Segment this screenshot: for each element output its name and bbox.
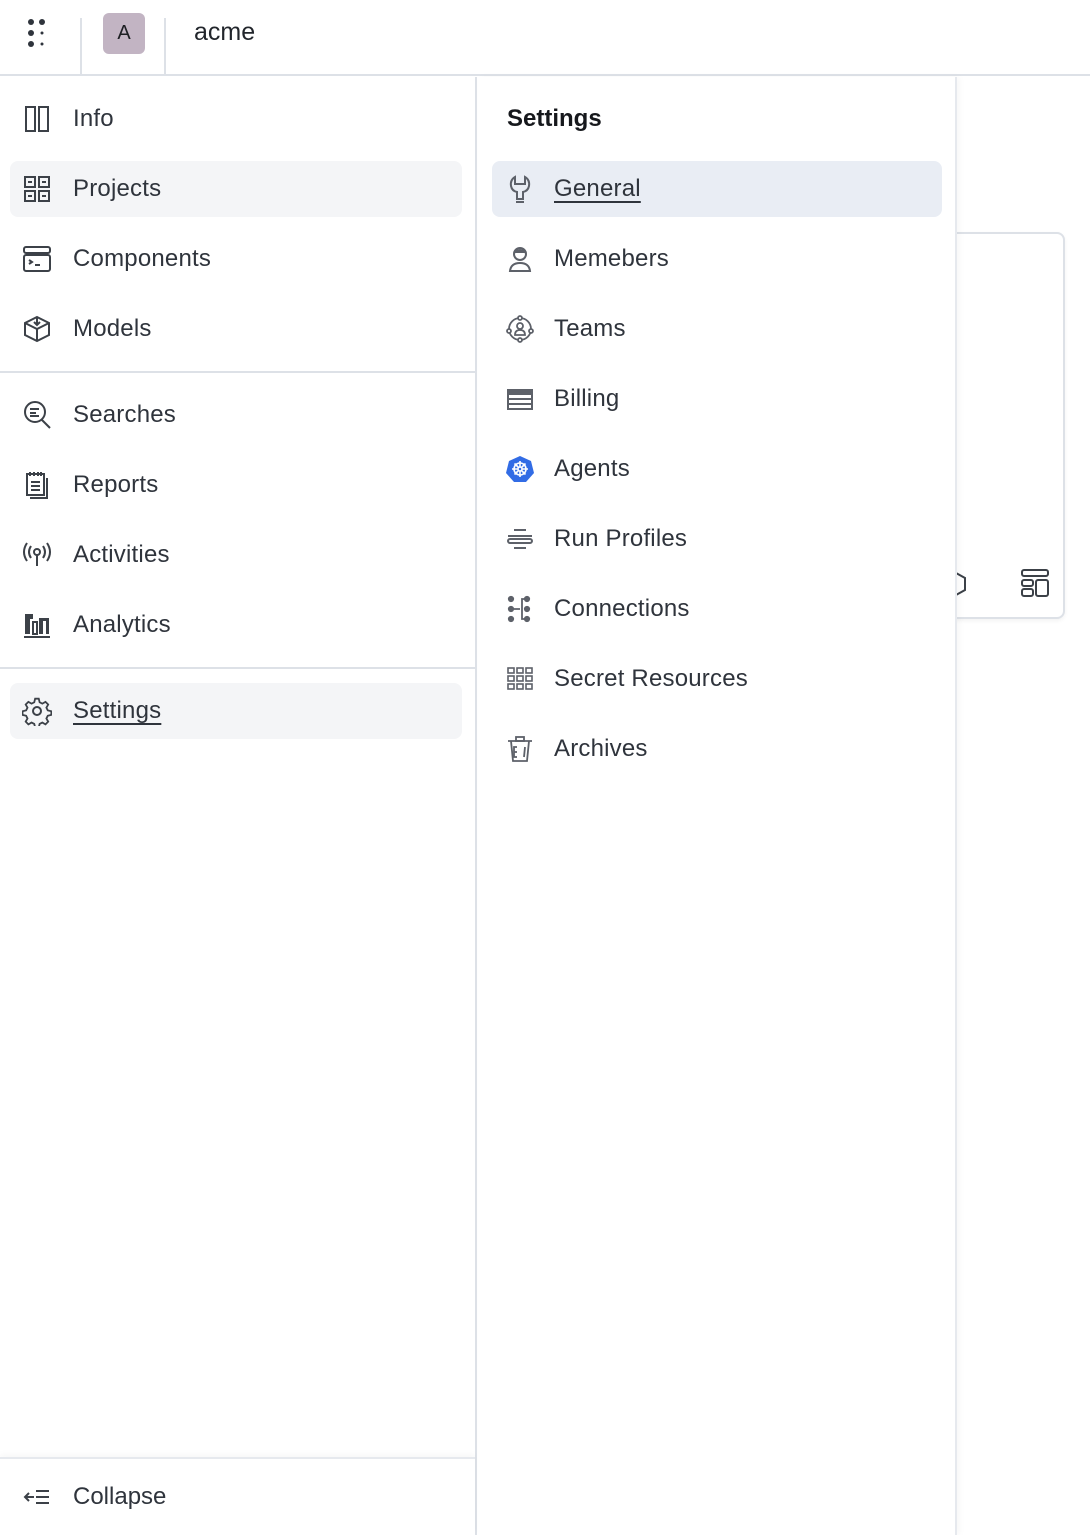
submenu-title: Settings [507, 105, 602, 132]
panel-icon [22, 104, 52, 134]
org-avatar[interactable]: A [103, 13, 145, 54]
submenu-item-label: Memebers [554, 245, 669, 272]
submenu-item-label: Agents [554, 455, 630, 482]
connections-icon [505, 594, 535, 624]
sidebar-item-label: Info [73, 105, 114, 132]
sidebar-item-searches[interactable]: Searches [10, 387, 462, 443]
org-name[interactable]: acme [194, 18, 255, 47]
submenu-item-general[interactable]: General [492, 161, 942, 217]
sidebar-item-label: Activities [73, 541, 170, 568]
divider [80, 18, 82, 76]
broadcast-icon [22, 540, 52, 570]
collapse-button[interactable]: Collapse [10, 1471, 462, 1523]
layout-icon[interactable] [1020, 568, 1050, 603]
submenu-item-label: General [554, 175, 641, 202]
submenu-item-billing[interactable]: Billing [492, 371, 942, 427]
sidebar-item-models[interactable]: Models [10, 301, 462, 357]
user-icon [505, 244, 535, 274]
section-divider [0, 667, 477, 669]
submenu-item-label: Teams [554, 315, 626, 342]
submenu-item-archives[interactable]: Archives [492, 721, 942, 777]
settings-submenu: Settings General Memebers Teams Billing … [478, 77, 957, 1535]
grid-dots-icon [28, 19, 45, 47]
submenu-item-secret-resources[interactable]: Secret Resources [492, 651, 942, 707]
team-circle-icon [505, 314, 535, 344]
submenu-item-label: Run Profiles [554, 525, 688, 552]
submenu-item-label: Billing [554, 385, 620, 412]
gear-icon [22, 696, 52, 726]
sidebar-item-label: Searches [73, 401, 176, 428]
grid-icon [22, 174, 52, 204]
divider [164, 18, 166, 76]
collapse-arrow-icon [22, 1482, 52, 1512]
sidebar-item-label: Projects [73, 175, 162, 202]
collapse-area: Collapse [0, 1457, 475, 1535]
submenu-item-label: Secret Resources [554, 665, 748, 692]
sidebar-item-label: Settings [73, 697, 162, 724]
collapse-label: Collapse [73, 1483, 167, 1510]
kubernetes-helm-icon [505, 454, 535, 484]
lines-icon [505, 524, 535, 554]
sidebar-item-settings[interactable]: Settings [10, 683, 462, 739]
main-sidebar: Info Projects Components Models Searches… [0, 77, 477, 1535]
billing-table-icon [505, 384, 535, 414]
submenu-item-label: Connections [554, 595, 690, 622]
notepad-icon [22, 470, 52, 500]
box-download-icon [22, 314, 52, 344]
chart-bars-icon [22, 610, 52, 640]
wrench-icon [505, 174, 535, 204]
sidebar-item-analytics[interactable]: Analytics [10, 597, 462, 653]
submenu-item-run-profiles[interactable]: Run Profiles [492, 511, 942, 567]
sidebar-item-activities[interactable]: Activities [10, 527, 462, 583]
sidebar-item-label: Components [73, 245, 212, 272]
top-bar: A acme [0, 0, 1090, 76]
apps-menu-button[interactable] [14, 10, 62, 58]
submenu-item-connections[interactable]: Connections [492, 581, 942, 637]
submenu-item-label: Archives [554, 735, 648, 762]
submenu-item-agents[interactable]: Agents [492, 441, 942, 497]
sidebar-item-info[interactable]: Info [10, 91, 462, 147]
trash-icon [505, 734, 535, 764]
dot-grid-icon [505, 664, 535, 694]
sidebar-item-label: Models [73, 315, 152, 342]
section-divider [0, 371, 477, 373]
sidebar-item-label: Analytics [73, 611, 171, 638]
submenu-item-members[interactable]: Memebers [492, 231, 942, 287]
search-list-icon [22, 400, 52, 430]
sidebar-item-components[interactable]: Components [10, 231, 462, 287]
submenu-item-teams[interactable]: Teams [492, 301, 942, 357]
terminal-icon [22, 244, 52, 274]
sidebar-item-label: Reports [73, 471, 159, 498]
sidebar-item-projects[interactable]: Projects [10, 161, 462, 217]
sidebar-item-reports[interactable]: Reports [10, 457, 462, 513]
